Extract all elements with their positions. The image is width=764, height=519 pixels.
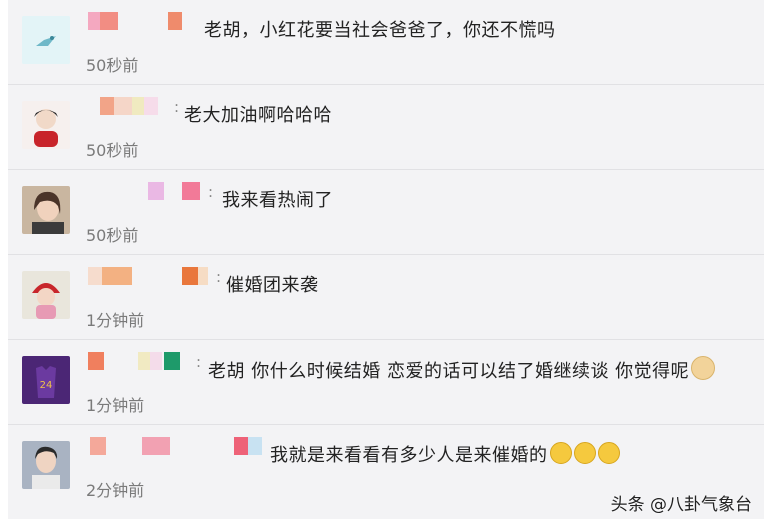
comment-text-content: 我就是来看看有多少人是来催婚的 (270, 445, 548, 466)
separator: : (174, 98, 180, 116)
separator: : (216, 268, 222, 286)
crying-laughing-emoji-icon (573, 442, 596, 464)
watermark: 头条 @八卦气象台 (610, 495, 752, 515)
comment-row: : 我来看热闹了 50秒前 (8, 170, 764, 255)
separator: : (208, 183, 214, 201)
girl-avatar[interactable] (22, 186, 70, 234)
username-blurred[interactable] (90, 437, 280, 455)
comment-time: 1分钟前 (86, 396, 145, 415)
comment-text: 老胡 你什么时候结婚 恋爱的话可以结了婚继续谈 你觉得呢 (208, 356, 716, 383)
comment-feed: 老胡，小红花要当社会爸爸了，你还不慌吗 50秒前 : 老大加油啊哈哈哈 50秒前 (8, 0, 764, 519)
comment-text: 我就是来看看有多少人是来催婚的 (270, 441, 620, 467)
comment-time: 50秒前 (86, 141, 139, 160)
comment-text: 催婚团来袭 (226, 275, 319, 296)
comment-row: : 老大加油啊哈哈哈 50秒前 (8, 85, 764, 170)
comment-row: : 催婚团来袭 1分钟前 (8, 255, 764, 340)
bird-avatar[interactable] (22, 16, 70, 64)
comment-text: 我来看热闹了 (222, 190, 333, 211)
cartoon-character-icon (22, 101, 70, 149)
crying-laughing-emoji-icon (549, 442, 572, 464)
jersey-avatar[interactable]: 24 (22, 356, 70, 404)
comment-time: 50秒前 (86, 56, 139, 75)
comment-text: 老大加油啊哈哈哈 (184, 105, 332, 126)
cartoon-avatar[interactable] (22, 101, 70, 149)
username-blurred[interactable] (88, 267, 218, 285)
comment-row: 老胡，小红花要当社会爸爸了，你还不慌吗 50秒前 (8, 0, 764, 85)
bird-icon (22, 16, 70, 64)
username-blurred[interactable] (88, 12, 198, 30)
comment-time: 1分钟前 (86, 311, 145, 330)
doll-icon (22, 271, 70, 319)
svg-text:24: 24 (40, 380, 53, 391)
username-blurred[interactable] (100, 97, 180, 115)
comment-time: 2分钟前 (86, 481, 145, 500)
crying-laughing-emoji-icon (597, 442, 620, 464)
username-blurred[interactable] (88, 352, 198, 370)
jersey-icon: 24 (22, 356, 70, 404)
comment-row: 24 : 老胡 你什么时候结婚 恋爱的话可以结了婚继续谈 你觉得呢 1分钟前 (8, 340, 764, 425)
doge-emoji-icon (691, 356, 716, 380)
comment-text-content: 老胡 你什么时候结婚 恋爱的话可以结了婚继续谈 你觉得呢 (208, 361, 690, 382)
separator: : (196, 353, 202, 371)
doll-avatar[interactable] (22, 271, 70, 319)
boy-avatar[interactable] (22, 441, 70, 489)
person-photo-icon (22, 441, 70, 489)
person-photo-icon (22, 186, 70, 234)
comment-text: 老胡，小红花要当社会爸爸了，你还不慌吗 (204, 20, 556, 41)
comment-time: 50秒前 (86, 226, 139, 245)
